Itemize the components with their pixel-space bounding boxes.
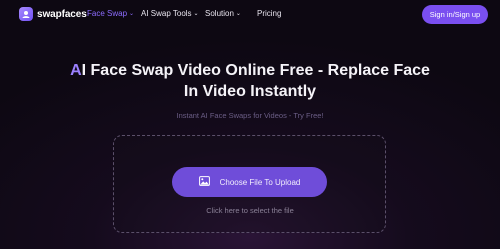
nav-item-solution[interactable]: Solution ⌄ xyxy=(205,9,241,18)
nav-item-label: AI Swap Tools xyxy=(141,9,192,18)
nav-item-pricing[interactable]: Pricing xyxy=(257,9,281,18)
brand-logo[interactable]: swapfaces xyxy=(19,7,87,21)
headline-line2: In Video Instantly xyxy=(183,83,317,100)
nav-item-label: Solution xyxy=(205,9,234,18)
headline-line1: I Face Swap Video Online Free - Replace … xyxy=(81,62,430,79)
choose-file-label: Choose File To Upload xyxy=(219,177,301,187)
chevron-down-icon: ⌄ xyxy=(129,10,135,17)
headline-accent: A xyxy=(70,62,82,79)
nav-item-face-swap[interactable]: Face Swap ⌄ xyxy=(87,9,134,18)
nav-item-ai-swap-tools[interactable]: AI Swap Tools ⌄ xyxy=(141,9,199,18)
page-subtitle: Instant AI Face Swaps for Videos - Try F… xyxy=(176,111,324,120)
nav-item-label: Face Swap xyxy=(87,9,128,18)
image-icon xyxy=(198,176,210,188)
logo-icon xyxy=(19,7,33,21)
brand-name: swapfaces xyxy=(37,8,87,20)
top-navigation: swapfaces Face Swap ⌄ AI Swap Tools ⌄ So… xyxy=(0,0,500,30)
page-title: AI Face Swap Video Online Free - Replace… xyxy=(0,60,500,102)
chevron-down-icon: ⌄ xyxy=(235,10,241,17)
signin-button[interactable]: Sign in/Sign up xyxy=(422,5,488,24)
upload-hint[interactable]: Click here to select the file xyxy=(0,206,500,215)
nav-item-label: Pricing xyxy=(257,9,282,18)
choose-file-button[interactable]: Choose File To Upload xyxy=(172,167,327,197)
chevron-down-icon: ⌄ xyxy=(193,10,199,17)
